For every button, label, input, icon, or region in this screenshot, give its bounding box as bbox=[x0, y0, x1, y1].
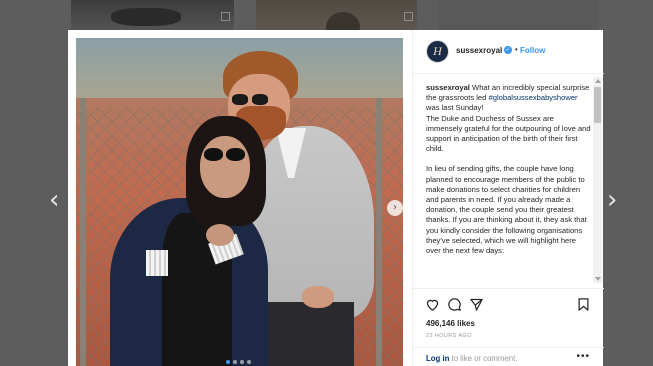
follow-button[interactable]: Follow bbox=[520, 46, 545, 55]
carousel-dot bbox=[247, 360, 251, 364]
scrollbar-thumb[interactable] bbox=[594, 87, 601, 123]
caption-paragraph: In lieu of sending gifts, the couple hav… bbox=[426, 164, 587, 256]
post-modal: › H sussexroyal ✓ • Follow sussexroyal W… bbox=[68, 30, 604, 366]
carousel-next-icon[interactable]: › bbox=[387, 200, 403, 216]
caption-username[interactable]: sussexroyal bbox=[426, 83, 470, 92]
post-actions: 496,146 likes 22 HOURS AGO Log in to lik… bbox=[413, 288, 604, 366]
caption-scrollbar[interactable] bbox=[593, 77, 602, 283]
post-side-panel: H sussexroyal ✓ • Follow sussexroyal Wha… bbox=[412, 30, 604, 366]
caption-text: The Duke and Duchess of Sussex are immen… bbox=[426, 113, 591, 154]
carousel-indicator bbox=[226, 360, 251, 364]
share-icon[interactable] bbox=[469, 297, 484, 312]
caption-text: was last Sunday! bbox=[426, 103, 484, 113]
hashtag-link[interactable]: #globalsussexbabyshower bbox=[489, 93, 578, 102]
likes-count[interactable]: 496,146 likes bbox=[426, 319, 475, 328]
carousel-icon bbox=[221, 12, 230, 21]
login-prompt-text: to like or comment. bbox=[451, 354, 518, 363]
carousel-dot bbox=[233, 360, 237, 364]
feed-thumbnail bbox=[256, 0, 417, 31]
verified-icon: ✓ bbox=[504, 46, 512, 54]
previous-post-arrow-icon[interactable]: ‹ bbox=[49, 187, 59, 213]
bookmark-icon[interactable] bbox=[576, 297, 591, 312]
feed-thumbnail bbox=[71, 0, 234, 31]
avatar[interactable]: H bbox=[426, 40, 449, 63]
separator-dot: • bbox=[515, 45, 518, 54]
next-post-arrow-icon[interactable]: › bbox=[607, 187, 617, 213]
post-timestamp[interactable]: 22 HOURS AGO bbox=[426, 333, 472, 339]
login-link[interactable]: Log in bbox=[426, 354, 449, 363]
post-photo[interactable]: › bbox=[76, 38, 403, 366]
username-link[interactable]: sussexroyal bbox=[456, 46, 502, 55]
comment-icon[interactable] bbox=[447, 297, 462, 312]
post-header: H sussexroyal ✓ • Follow bbox=[413, 30, 604, 74]
feed-thumbnail bbox=[438, 0, 598, 31]
more-options-icon[interactable]: ••• bbox=[576, 351, 590, 362]
carousel-dot bbox=[226, 360, 230, 364]
post-caption: sussexroyal What an incredibly special s… bbox=[426, 83, 591, 283]
carousel-icon bbox=[404, 12, 413, 21]
heart-icon[interactable] bbox=[425, 297, 440, 312]
login-prompt: Log in to like or comment. ••• bbox=[413, 347, 604, 366]
carousel-dot bbox=[240, 360, 244, 364]
